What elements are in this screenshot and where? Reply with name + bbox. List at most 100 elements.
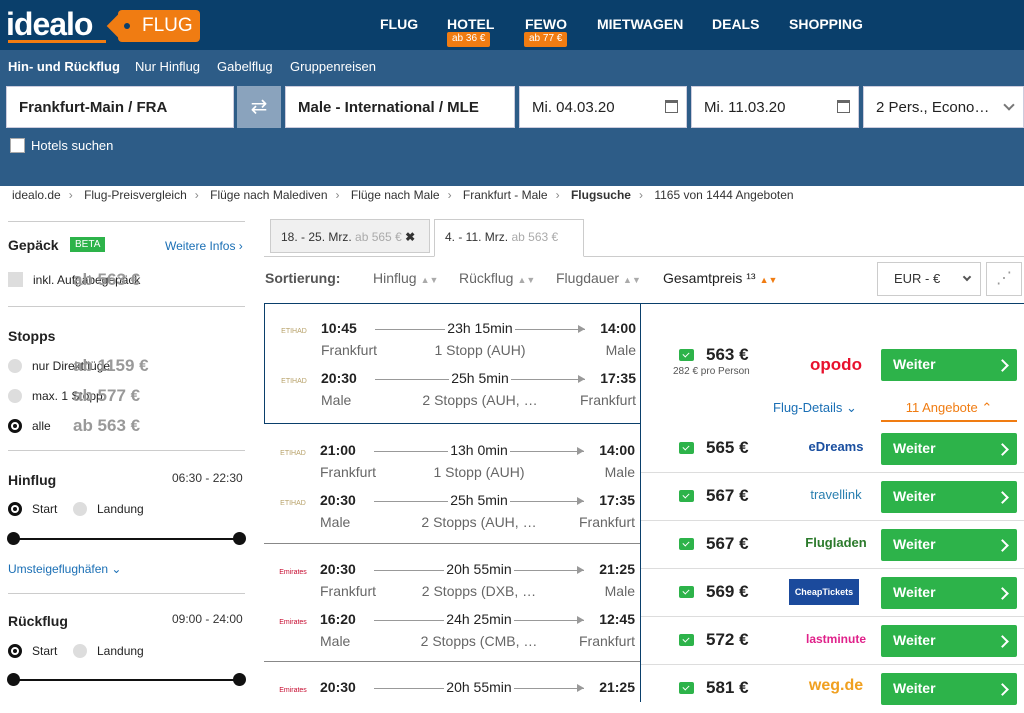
arrival-time: 21:25 xyxy=(599,679,635,695)
outbound-leg: Emirates 20:30 20h 55min 21:25 xyxy=(264,677,641,702)
departure-city: Male xyxy=(320,633,351,649)
arrival-time: 12:45 xyxy=(599,611,635,627)
crumb-malediven[interactable]: Flüge nach Malediven xyxy=(210,188,327,202)
offers-panel: 563 € 282 € pro Person opodo Weiter Flug… xyxy=(640,303,1024,705)
duration: 25h 5min xyxy=(449,370,511,386)
departure-time: 16:20 xyxy=(320,611,356,627)
angebote-toggle[interactable]: 11 Angebote ⌃ xyxy=(881,400,1017,422)
umsteigeflughaefen-link[interactable]: Umsteigeflughäfen ⌄ xyxy=(8,562,121,576)
nav-mietwagen[interactable]: MIETWAGEN xyxy=(597,16,683,32)
crumb-frankfurt-male[interactable]: Frankfurt - Male xyxy=(463,188,548,202)
close-icon[interactable]: ✖ xyxy=(405,230,415,244)
airline-logo: Emirates xyxy=(279,569,307,576)
baggage-filter[interactable]: inkl. Aufgabegepäck ab 563 € xyxy=(8,270,245,289)
chevron-down-icon: ⌄ xyxy=(845,400,857,415)
date-tab-selected[interactable]: 4. - 11. Mrz. ab 563 € xyxy=(434,219,584,257)
flight-card[interactable]: Emirates 20:30 20h 55min 21:25 xyxy=(264,662,641,702)
sort-gesamtpreis[interactable]: Gesamtpreis ¹³ ▲▼ xyxy=(663,270,777,286)
logo-underline xyxy=(8,40,106,43)
sort-flugdauer[interactable]: Flugdauer ▲▼ xyxy=(556,270,641,286)
calendar-icon xyxy=(837,100,850,113)
divider xyxy=(8,593,245,594)
tab-divider xyxy=(264,256,1024,257)
weiter-button[interactable]: Weiter xyxy=(881,481,1017,513)
offer-price: 563 € xyxy=(706,345,749,364)
rueckflug-time-range: 09:00 - 24:00 xyxy=(172,612,243,626)
swap-icon[interactable]: ⇄ xyxy=(237,86,281,128)
duration: 20h 55min xyxy=(444,561,514,577)
nav-shopping[interactable]: SHOPPING xyxy=(789,16,863,32)
destination-input[interactable]: Male - International / MLE xyxy=(285,86,515,128)
departure-city: Frankfurt xyxy=(320,464,377,480)
baggage-icon xyxy=(679,682,694,694)
offer-row: 572 € lastminute Weiter xyxy=(641,617,1024,665)
hinflug-landung-radio[interactable]: Landung xyxy=(73,502,173,516)
baggage-icon xyxy=(679,634,694,646)
provider-logo-travellink: travellink xyxy=(810,487,862,502)
stopps-all[interactable]: alle ab 563 € xyxy=(8,416,245,435)
stops: 1 Stopp (AUH) xyxy=(434,342,526,358)
weiter-button[interactable]: Weiter xyxy=(881,349,1017,381)
top-offer: 563 € 282 € pro Person opodo Weiter Flug… xyxy=(641,304,1024,428)
departure-city: Frankfurt xyxy=(320,583,377,599)
chevron-down-icon: ⌄ xyxy=(111,562,122,576)
beta-badge: BETA xyxy=(70,237,106,252)
flight-card[interactable]: ETIHAD 21:00 Frankfurt 13h 0min 1 Stopp … xyxy=(264,425,641,543)
tab-nur-hinflug[interactable]: Nur Hinflug xyxy=(135,59,200,74)
rueckflug-time-slider[interactable] xyxy=(7,673,246,686)
outbound-leg: ETIHAD 10:45 Frankfurt 23h 15min 1 Stopp… xyxy=(265,318,642,368)
crumb-flug-preisvergleich[interactable]: Flug-Preisvergleich xyxy=(84,188,187,202)
nav-hotel[interactable]: HOTEL xyxy=(447,16,494,32)
flight-card[interactable]: Emirates 20:30 Frankfurt 20h 55min 2 Sto… xyxy=(264,544,641,661)
date-tab-alt[interactable]: 18. - 25. Mrz. ab 565 € ✖ xyxy=(270,219,430,253)
crumb-male[interactable]: Flüge nach Male xyxy=(351,188,440,202)
weiter-button[interactable]: Weiter xyxy=(881,577,1017,609)
offer-price: 572 € xyxy=(706,630,749,649)
sort-icon: ▲▼ xyxy=(623,275,641,285)
flug-details-link[interactable]: Flug-Details ⌄ xyxy=(773,400,857,416)
duration: 13h 0min xyxy=(448,442,510,458)
nav-fewo[interactable]: FEWO xyxy=(525,16,567,32)
sort-rueckflug[interactable]: Rückflug ▲▼ xyxy=(459,270,535,286)
hotels-checkbox[interactable]: Hotels suchen xyxy=(10,138,113,153)
hinflug-time-slider[interactable] xyxy=(7,532,246,545)
idealo-logo[interactable]: idealo xyxy=(6,6,93,43)
weiter-button[interactable]: Weiter xyxy=(881,529,1017,561)
origin-input[interactable]: Frankfurt-Main / FRA xyxy=(6,86,234,128)
airline-logo: Emirates xyxy=(279,619,307,626)
baggage-icon xyxy=(679,442,694,454)
stopps-max-one[interactable]: max. 1 Stopp ab 577 € xyxy=(8,386,245,405)
crumb-idealo[interactable]: idealo.de xyxy=(12,188,61,202)
return-date-field[interactable]: Mi. 11.03.20 xyxy=(691,86,859,128)
nav-deals[interactable]: DEALS xyxy=(712,16,759,32)
tab-gruppenreisen[interactable]: Gruppenreisen xyxy=(290,59,376,74)
rueckflug-landung-radio[interactable]: Landung xyxy=(73,644,173,658)
airline-logo: ETIHAD xyxy=(281,328,307,335)
depart-date-field[interactable]: Mi. 04.03.20 xyxy=(519,86,687,128)
sort-hinflug[interactable]: Hinflug ▲▼ xyxy=(373,270,438,286)
passengers-select[interactable]: 2 Pers., Econo… xyxy=(863,86,1024,128)
weitere-infos-link[interactable]: Weitere Infos › xyxy=(165,239,243,253)
tab-hin-rueckflug[interactable]: Hin- und Rückflug xyxy=(8,59,120,74)
divider xyxy=(8,450,245,451)
arrival-city: Frankfurt xyxy=(579,392,636,408)
provider-logo-flugladen: Flugladen xyxy=(805,535,867,550)
weiter-button[interactable]: Weiter xyxy=(881,673,1017,705)
weiter-button[interactable]: Weiter xyxy=(881,433,1017,465)
provider-logo-edreams: eDreams xyxy=(808,439,864,454)
nav-flug[interactable]: FLUG xyxy=(380,16,418,32)
offer-price: 567 € xyxy=(706,534,749,553)
arrival-time: 14:00 xyxy=(599,442,635,458)
weiter-button[interactable]: Weiter xyxy=(881,625,1017,657)
departure-city: Male xyxy=(321,392,352,408)
stops: 2 Stopps (DXB, … xyxy=(421,583,537,599)
departure-city: Male xyxy=(320,514,351,530)
stopps-direct[interactable]: nur Direktflüge ab 1159 € xyxy=(8,356,245,375)
tab-gabelflug[interactable]: Gabelflug xyxy=(217,59,273,74)
offer-row: 569 € CheapTickets Weiter xyxy=(641,569,1024,617)
share-icon[interactable]: ⋰ xyxy=(986,262,1022,296)
flight-card[interactable]: ETIHAD 10:45 Frankfurt 23h 15min 1 Stopp… xyxy=(264,303,641,424)
currency-select[interactable]: EUR - € xyxy=(877,262,981,296)
sort-icon: ▲▼ xyxy=(759,275,778,285)
offer-price: 569 € xyxy=(706,582,749,601)
